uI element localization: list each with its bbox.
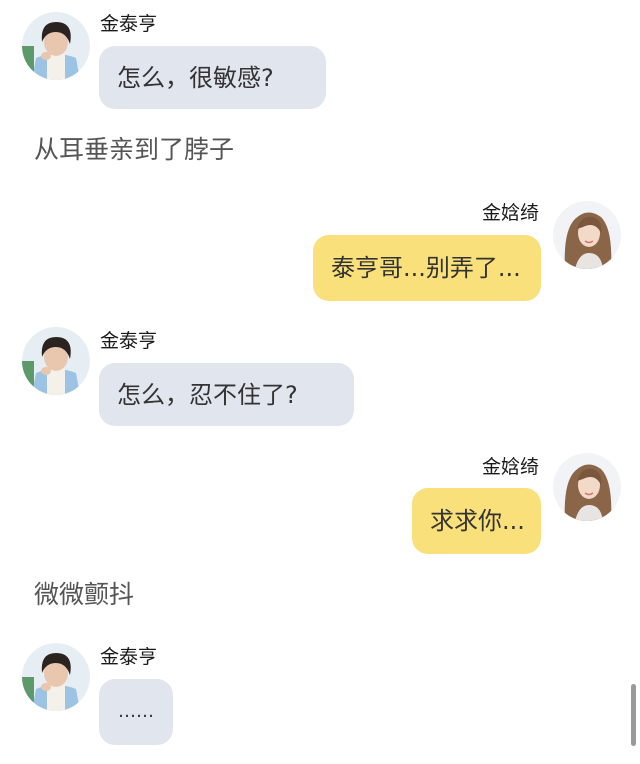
narration-text: 微微颤抖 [34,580,135,609]
sender-name: 金娢绮 [481,456,539,478]
message-text: …… [118,701,154,722]
sender-name: 金泰亨 [100,330,158,352]
avatar-female-icon [553,453,621,521]
chat-screen: 金泰亨 怎么，很敏感? 从耳垂亲到了脖子 金娢绮 泰亨哥...别弄了... 金泰… [0,0,640,764]
message-bubble[interactable]: …… [99,679,173,745]
avatar-hyunki[interactable] [553,453,621,521]
sender-name: 金泰亨 [100,646,158,668]
message-text: 求求你... [430,507,525,535]
avatar-taehyung[interactable] [22,327,90,395]
avatar-hyunki[interactable] [553,201,621,269]
scrollbar-thumb[interactable] [631,684,636,746]
message-bubble[interactable]: 怎么，忍不住了? [99,363,354,426]
avatar-male-icon [22,327,90,395]
avatar-taehyung[interactable] [22,643,90,711]
message-text: 泰亨哥...别弄了... [331,254,521,282]
message-text: 怎么，忍不住了? [117,380,298,409]
sender-name: 金娢绮 [481,202,539,224]
message-text: 怎么，很敏感? [117,63,274,92]
message-bubble[interactable]: 怎么，很敏感? [99,46,326,109]
avatar-taehyung[interactable] [22,12,90,80]
message-bubble[interactable]: 泰亨哥...别弄了... [313,235,541,301]
avatar-male-icon [22,643,90,711]
avatar-male-icon [22,12,90,80]
message-bubble[interactable]: 求求你... [412,488,541,554]
sender-name: 金泰亨 [100,13,158,35]
avatar-female-icon [553,201,621,269]
narration-text: 从耳垂亲到了脖子 [34,135,235,164]
